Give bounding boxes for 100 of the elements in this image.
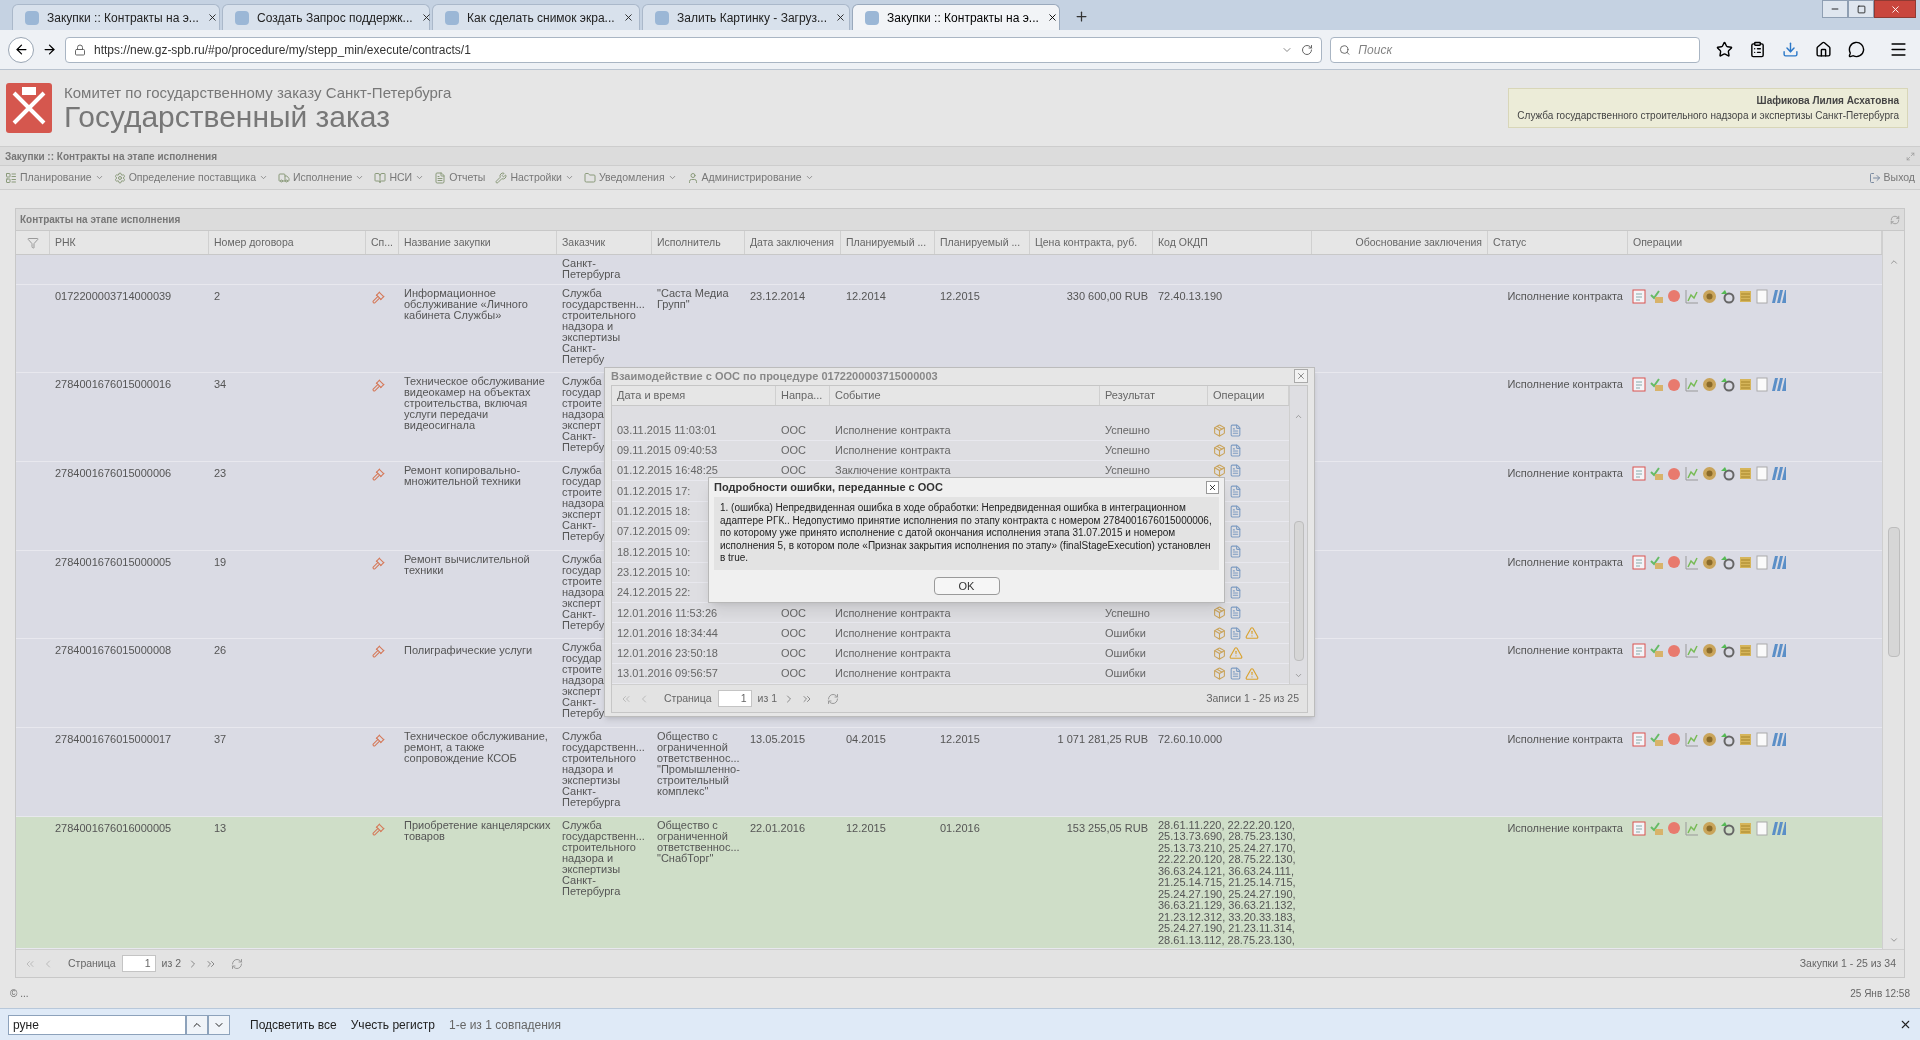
table-cell: 28.61.11.220, 22.22.20.120, 25.13.73.690, 28.75.23.130, 25.13.73.210, 25.24.27.170, 22.22.20.120, 28.75.22.130, 36.63.24.121, 36.63.24.111, 21.25.14.715, 21.25.14.715, 25.24.27.190, 25.24.27.190, 36.63.21.129, 36.63.21.132, 21.23.12.312, 33.20.33.183, 25.24.27.190, 21.23.11.314, 28.61.13.112, 28.75.23.130,: [1158, 819, 1296, 947]
table-cell: ООС: [781, 464, 807, 477]
table-cell: Приобретение канцелярских товаров: [404, 819, 552, 842]
table-cell: Ошибки: [1105, 667, 1146, 680]
table-cell: 37: [214, 733, 227, 745]
table-cell-text: Информационное обслуживание «Личного кабинета Службы»: [404, 287, 529, 321]
table-cell: 09.11.2015 09:40:53: [617, 444, 718, 457]
table-cell: 72.60.10.000: [1158, 733, 1223, 746]
table-cell: 330 600,00 RUB: [1066, 290, 1148, 302]
dialog-title: Подробности ошибки, переданные с ООС: [714, 480, 943, 496]
table-cell: 12.2015: [940, 733, 980, 745]
table-cell: Исполнение контракта: [1507, 645, 1623, 657]
url-text: https://new.gz-spb.ru/#po/procedure/my/stepp_min/execute/contracts/1: [94, 41, 471, 59]
table-cell: 2784001676015000017: [55, 733, 172, 745]
table-cell: 2784001676016000005: [55, 822, 172, 834]
table-cell: Служба государ строите надзора эксперт Санкт- Петербу: [562, 376, 605, 454]
table-cell: Исполнение контракта: [1507, 822, 1623, 834]
table-cell: 22.01.2016: [750, 822, 806, 834]
panel-title: Контракты на этапе исполнения: [20, 213, 181, 227]
table-cell: 01.2016: [940, 822, 980, 834]
table-cell: Ошибки: [1105, 647, 1146, 660]
table-cell: Служба государ строите надзора эксперт Санкт- Петербу: [562, 553, 605, 631]
table-cell: 19: [214, 556, 227, 568]
table-cell: 12.01.2016 18:34:44: [617, 626, 718, 639]
table-cell: Успешно: [1105, 464, 1150, 477]
table-cell: 2784001676015000006: [55, 468, 172, 480]
table-cell: Заключение контракта: [835, 464, 951, 477]
table-cell: ООС: [781, 606, 807, 619]
table-cell: Служба государ строите надзора эксперт Санкт- Петербу: [562, 642, 605, 720]
organization-name: Комитет по государственному заказу Санкт-Петербурга: [64, 84, 452, 100]
table-cell: 12.2015: [940, 290, 980, 302]
table-cell: 01.12.2015 17:: [617, 484, 691, 497]
table-cell: 03.11.2015 11:03:01: [617, 423, 717, 436]
table-cell: 01.12.2015 16:48:25: [617, 464, 718, 477]
table-cell: 23.12.2015 10:: [617, 565, 691, 578]
table-cell: 13: [214, 822, 227, 834]
records-summary: Записи 1 - 25 из 25: [1206, 691, 1299, 706]
table-cell: Успешно: [1105, 444, 1150, 457]
table-cell: Исполнение контракта: [835, 444, 951, 457]
user-name: Шафикова Лилия Асхатовна: [1756, 94, 1899, 108]
table-cell: 2784001676015000008: [55, 645, 172, 657]
table-cell: Исполнение контракта: [1507, 556, 1623, 568]
table-cell: 2: [214, 290, 221, 302]
table-cell: ООС: [781, 423, 807, 436]
table-cell: Служба государ строите надзора эксперт Санкт- Петербу: [562, 465, 605, 543]
dialog-title: Взаимодействие с ООС по процедуре 0172200003715000003: [611, 369, 938, 384]
table-cell: 2784001676015000005: [55, 556, 172, 568]
table-cell: 12.01.2016 23:50:18: [617, 647, 718, 660]
pager-label: Страница: [68, 955, 116, 971]
user-organization: Служба государственного строительного надзора и экспертизы Санкт-Петербурга: [1517, 109, 1899, 123]
table-cell: 34: [214, 379, 227, 391]
table-cell: Исполнение контракта: [835, 423, 951, 436]
table-cell: 24.12.2015 22:: [617, 586, 691, 599]
table-cell: Исполнение контракта: [1507, 468, 1623, 480]
date-time: 25 Янв 12:58: [1850, 986, 1910, 1001]
table-cell: Санкт- Петербурга: [562, 258, 621, 280]
table-cell: 72.40.13.190: [1158, 290, 1223, 303]
table-cell: ООС: [781, 626, 807, 639]
site-title: Государственный заказ: [64, 101, 390, 132]
table-cell: 23: [214, 468, 227, 480]
table-cell-text: Техническое обслуживание, ремонт, а также сопровождение КСОБ: [404, 730, 549, 764]
table-cell: Исполнение контракта: [835, 626, 951, 639]
table-cell: "Саста Медиа Групп": [657, 287, 729, 310]
table-cell: ООС: [781, 444, 807, 457]
table-cell-text: Ремонт копировально-множительной техники: [404, 465, 522, 488]
table-cell: Исполнение контракта: [835, 606, 951, 619]
table-cell: 13.05.2015: [750, 733, 806, 745]
table-cell: ООС: [781, 667, 807, 680]
table-cell: 12.2015: [846, 822, 886, 834]
table-cell: Полиграфические услуги: [404, 645, 533, 657]
table-cell: 01.12.2015 18:: [617, 505, 691, 518]
table-cell: 26: [214, 645, 227, 657]
table-cell: Исполнение контракта: [1507, 733, 1623, 745]
table-cell: Исполнение контракта: [835, 667, 951, 680]
table-cell: 12.01.2016 11:53:26: [617, 606, 718, 619]
table-cell: ООС: [781, 647, 807, 660]
table-cell: Служба государственн... строительного надзора и экспертизы Санкт- Петербу: [562, 287, 645, 365]
table-cell: Общество с ограниченной ответственнос... "Промышленно- строительный комплекс": [657, 730, 740, 797]
copyright-text: © ...: [10, 986, 29, 1001]
table-cell: 13.01.2016 09:56:57: [617, 667, 718, 680]
page-count: из 1: [757, 691, 778, 706]
table-cell: 12.2014: [846, 290, 886, 302]
records-summary: Закупки 1 - 25 из 34: [1799, 955, 1896, 971]
table-cell: Успешно: [1105, 423, 1150, 436]
table-cell: 04.2015: [846, 733, 886, 745]
pager-label: Страница: [664, 691, 712, 706]
table-cell: 23.12.2014: [750, 290, 806, 302]
match-count: 1-е из 1 совпадения: [449, 1016, 562, 1034]
table-cell: Исполнение контракта: [835, 647, 951, 660]
table-cell: 0172200003714000039: [55, 290, 172, 302]
table-cell: Исполнение контракта: [1507, 379, 1623, 391]
page-title: Закупки :: Контракты на этапе исполнения: [5, 149, 218, 164]
table-cell: 153 255,05 RUB: [1066, 822, 1148, 834]
table-cell: 07.12.2015 09:: [617, 525, 691, 538]
table-cell: Служба государственн... строительного надзора и экспертизы Санкт- Петербурга: [562, 819, 645, 897]
table-cell: Успешно: [1105, 606, 1150, 619]
table-cell-text: Ремонт вычислительной техники: [404, 553, 531, 576]
table-cell: Ошибки: [1105, 626, 1146, 639]
table-cell: Служба государственн... строительного надзора и экспертизы Санкт- Петербурга: [562, 730, 645, 808]
table-cell: Исполнение контракта: [1507, 290, 1623, 302]
